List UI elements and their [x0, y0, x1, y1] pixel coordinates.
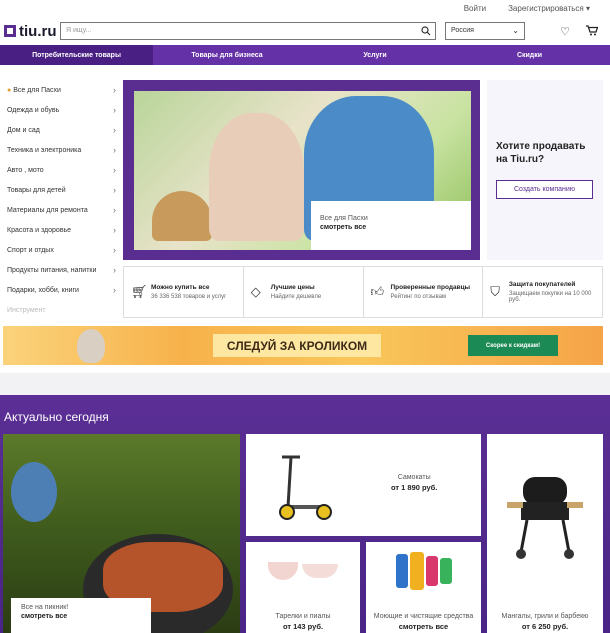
picnic-card[interactable]: Все на пикник! смотреть все — [3, 434, 240, 633]
cleaners-card[interactable]: Моющие и чистящие средства смотреть все — [366, 542, 481, 633]
divider — [0, 373, 610, 395]
category-item[interactable]: Спорт и отдых › — [0, 240, 122, 260]
sell-panel: Хотите продавать на Tiu.ru? Создать комп… — [487, 80, 603, 260]
features-bar: 🛒︎ Можно купить все 36 336 538 товаров и у… — [123, 266, 603, 318]
bbq-card[interactable]: Мангалы, грили и барбекю от 6 250 руб. — [487, 434, 603, 633]
today-section: Актуально сегодня Все на пикник! смотрет… — [0, 395, 610, 633]
region-select[interactable]: Россия ⌄ — [445, 22, 525, 40]
feature-item: ⛉ Защита покупателей Защищаем покупки на 1… — [490, 281, 592, 303]
category-item[interactable]: Товары для детей › — [0, 180, 122, 200]
plates-image — [246, 546, 360, 596]
sell-title: Хотите продавать на Tiu.ru? — [496, 141, 586, 165]
cart-icon: 🛒︎ — [131, 284, 148, 299]
plates-card[interactable]: Тарелки и пиалы от 143 руб. — [246, 542, 360, 633]
easter-banner[interactable]: Все для Пасхи смотреть все — [123, 80, 480, 260]
category-item[interactable]: Красота и здоровье › — [0, 220, 122, 240]
category-item[interactable]: Техника и электроника › — [0, 140, 122, 160]
category-item[interactable]: Авто , мото › — [0, 160, 122, 180]
cleaners-link[interactable]: смотреть все — [366, 622, 481, 631]
scooter-image — [279, 455, 332, 520]
category-list: ● Все для Пасхи › Одежда и обувь › Дом и с… — [0, 80, 122, 320]
scooters-card[interactable]: Самокаты от 1 890 руб. — [246, 434, 481, 536]
search-input[interactable]: Я ищу... — [60, 22, 436, 40]
login-link[interactable]: Войти — [464, 4, 486, 13]
tab-discounts[interactable]: Скидки — [449, 45, 610, 65]
logo[interactable]: tiu.ru — [4, 23, 60, 40]
promo-banner[interactable]: СЛЕДУЙ ЗА КРОЛИКОМ Скорее к скидкам! — [3, 326, 603, 365]
category-item[interactable]: Дом и сад › — [0, 120, 122, 140]
banner-link[interactable]: смотреть все — [320, 224, 462, 231]
category-item[interactable]: Материалы для ремонта › — [0, 200, 122, 220]
cleaners-image — [366, 546, 481, 596]
tab-consumer-goods[interactable]: Потребительские товары — [0, 45, 153, 65]
region-value: Россия — [451, 27, 474, 34]
picnic-link[interactable]: смотреть все — [21, 613, 141, 620]
chevron-down-icon: ⌄ — [512, 26, 519, 35]
search-placeholder: Я ищу... — [66, 27, 92, 34]
thumbs-up-icon: 👍︎ — [370, 284, 385, 299]
create-company-button[interactable]: Создать компанию — [496, 180, 593, 199]
feature-item: 👍︎ Проверенные продавцы Рейтинг по отзывам — [364, 267, 484, 317]
egg-icon: ● — [7, 86, 12, 94]
grill-image — [507, 477, 583, 559]
main-nav: Потребительские товары Товары для бизнес… — [0, 45, 610, 65]
register-link[interactable]: Зарегистрироваться — [508, 4, 590, 13]
logo-icon — [4, 25, 16, 37]
promo-slogan: СЛЕДУЙ ЗА КРОЛИКОМ — [213, 334, 381, 357]
tab-services[interactable]: Услуги — [301, 45, 449, 65]
feature-item: ◇ Лучшие цены Найдите дешевле — [244, 267, 364, 317]
tab-business-goods[interactable]: Товары для бизнеса — [153, 45, 301, 65]
category-item[interactable]: Инструмент — [0, 300, 122, 320]
shield-icon: ⛉ — [490, 284, 501, 299]
rabbit-image — [77, 329, 105, 363]
search-icon[interactable] — [421, 26, 431, 36]
cart-icon[interactable] — [586, 24, 598, 36]
category-item[interactable]: Одежда и обувь › — [0, 100, 122, 120]
top-links: Войти Зарегистрироваться — [0, 0, 610, 17]
banner-card[interactable]: Все для Пасхи смотреть все — [311, 201, 471, 250]
category-item[interactable]: Продукты питания, напитки › — [0, 260, 122, 280]
banner-label: Все для Пасхи — [320, 215, 368, 222]
category-item[interactable]: Подарки, хобби, книги › — [0, 280, 122, 300]
picnic-info: Все на пикник! смотреть все — [11, 598, 151, 633]
feature-item: 🛒︎ Можно купить все 36 336 538 товаров и у… — [124, 267, 244, 317]
logo-text: tiu.ru — [19, 22, 57, 40]
promo-button[interactable]: Скорее к скидкам! — [468, 335, 558, 356]
heart-icon[interactable]: ♡ — [560, 25, 570, 38]
category-item[interactable]: ● Все для Пасхи › — [0, 80, 122, 100]
section-title: Актуально сегодня — [4, 410, 109, 424]
header: tiu.ru Я ищу... Россия ⌄ ♡ — [0, 17, 610, 45]
tag-icon: ◇ — [250, 284, 261, 299]
